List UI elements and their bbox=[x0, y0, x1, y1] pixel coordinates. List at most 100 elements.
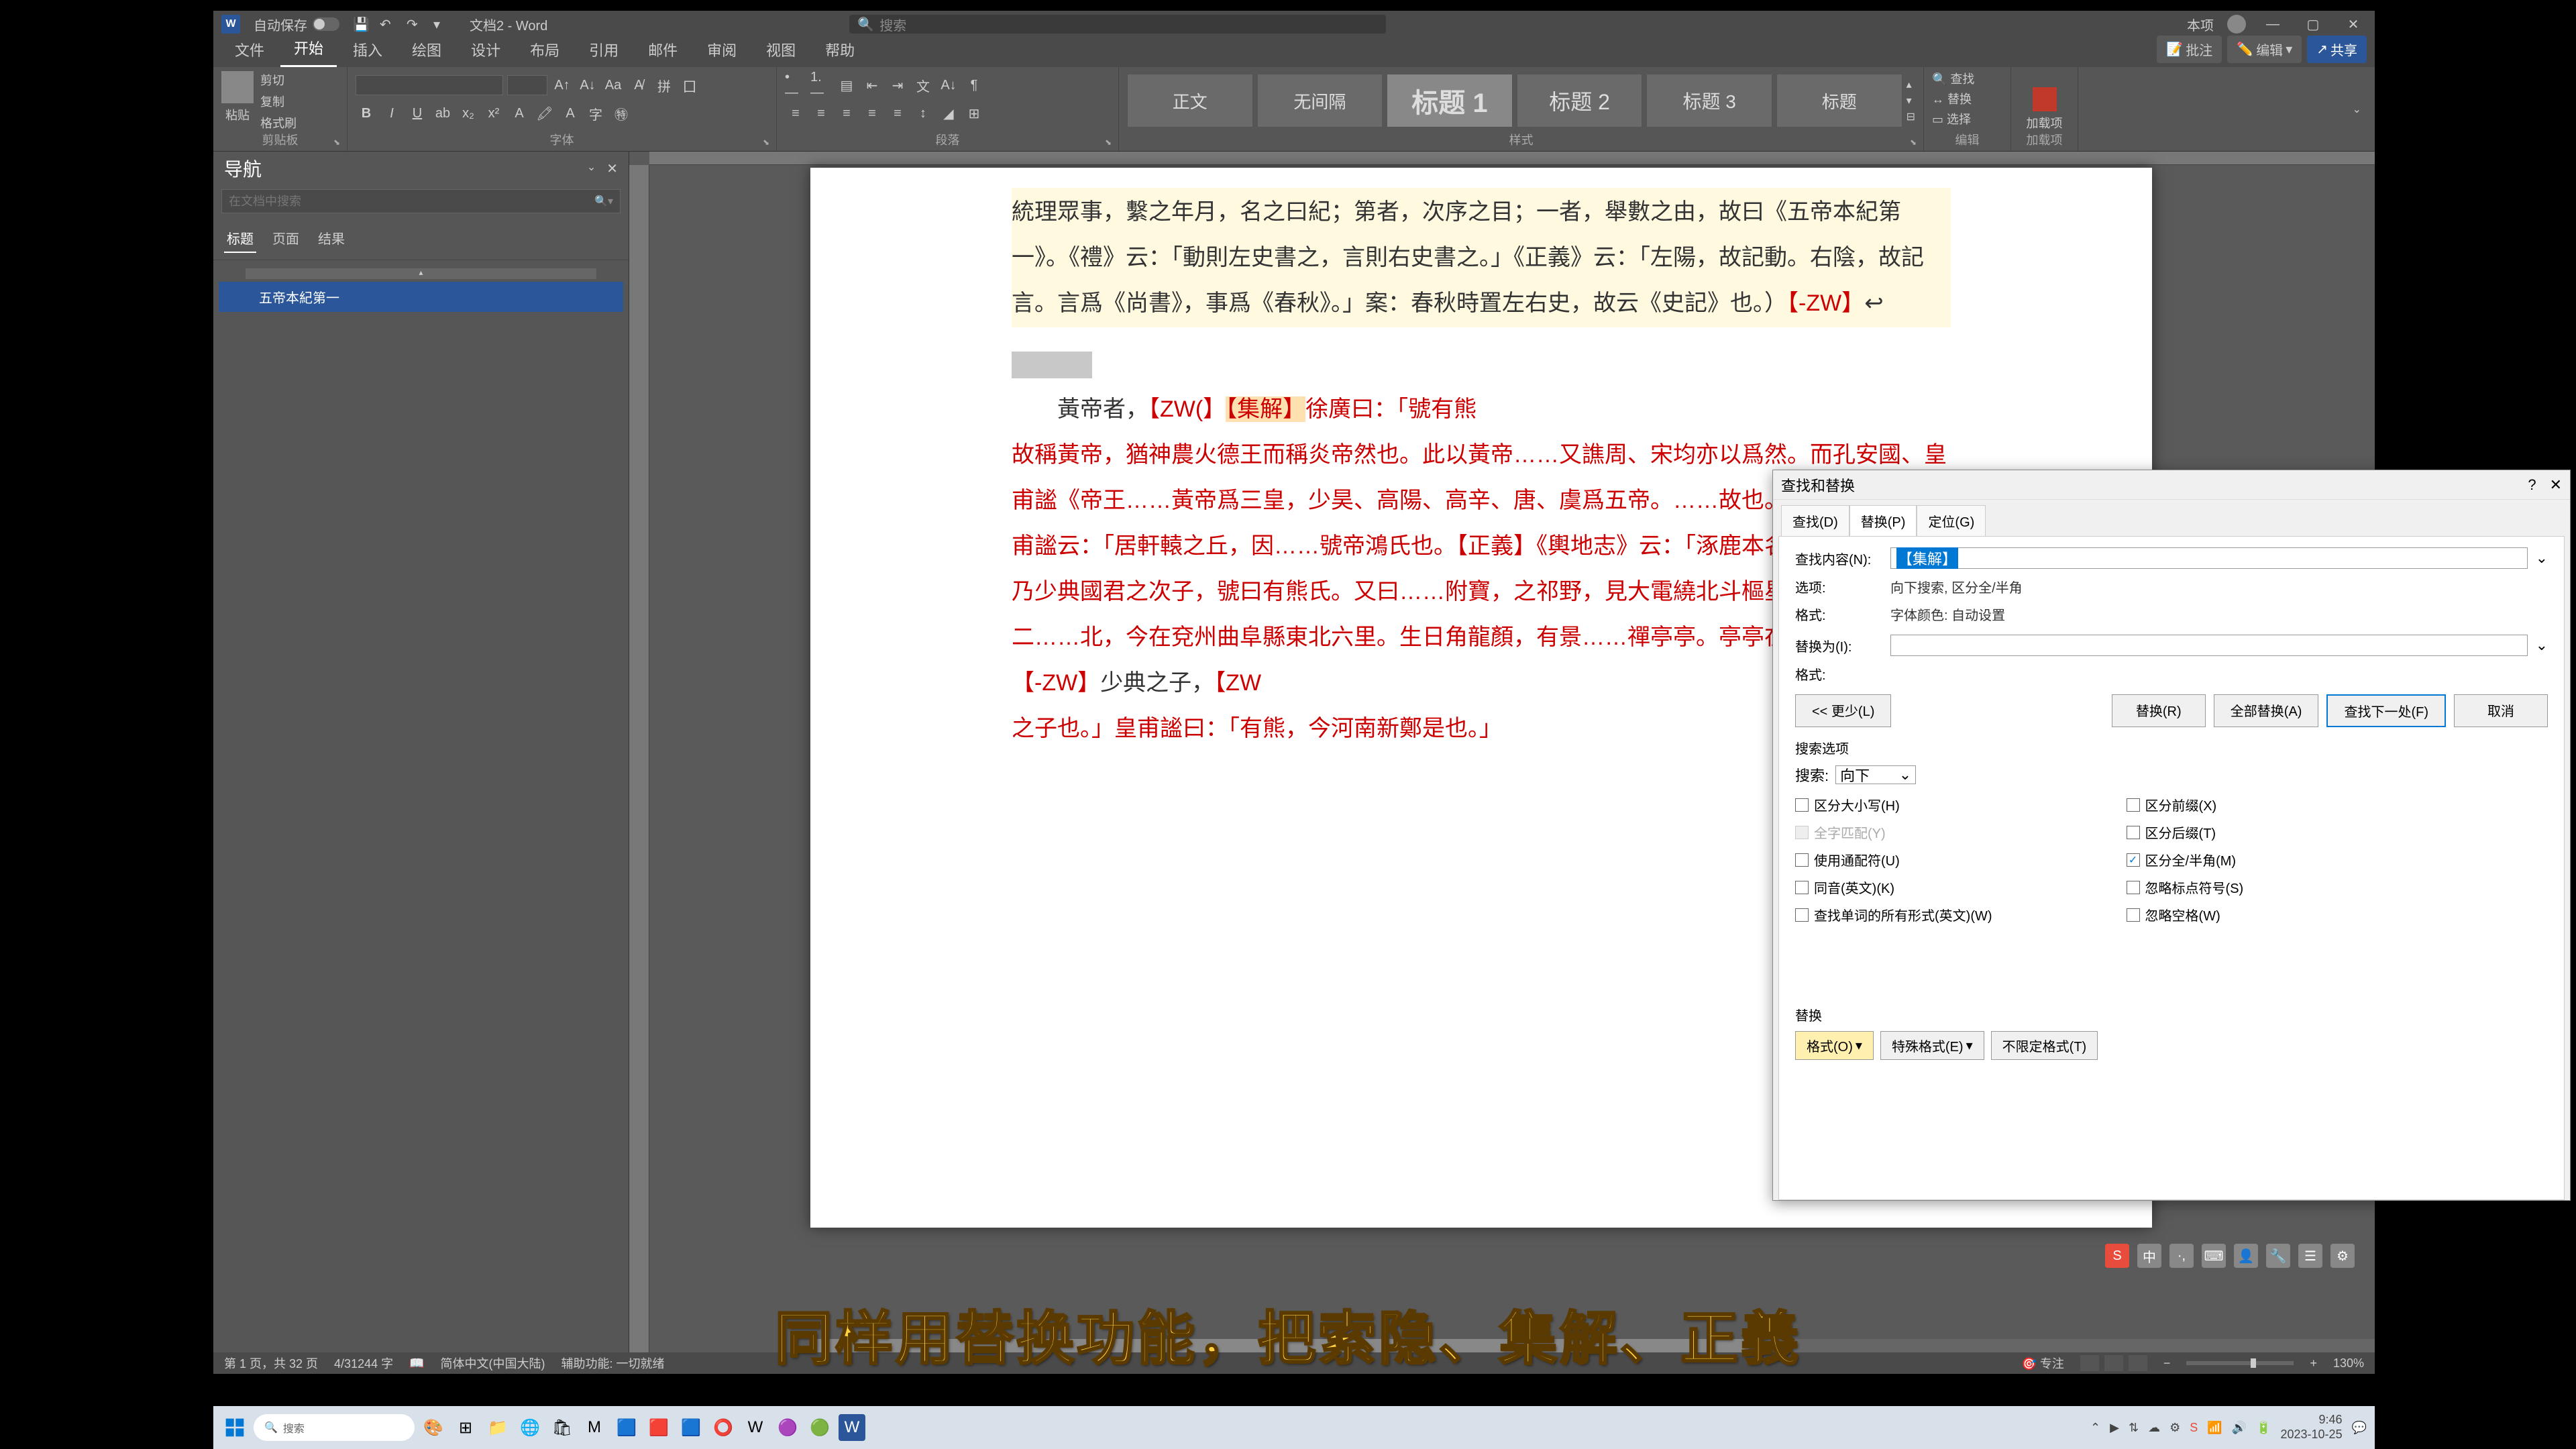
cancel-button[interactable]: 取消 bbox=[2454, 694, 2548, 727]
paste-button[interactable]: 粘贴 bbox=[221, 71, 254, 131]
distributed-icon[interactable]: ≡ bbox=[887, 103, 908, 124]
paragraph-launcher[interactable]: ⬊ bbox=[1105, 138, 1114, 147]
no-format-button[interactable]: 不限定格式(T) bbox=[1991, 1031, 2098, 1060]
tab-file[interactable]: 文件 bbox=[221, 32, 278, 67]
taskbar-app2-icon[interactable]: 🟥 bbox=[645, 1414, 672, 1441]
align-right-icon[interactable]: ≡ bbox=[836, 103, 857, 124]
ime-menu-icon[interactable]: ☰ bbox=[2298, 1244, 2322, 1268]
font-name-input[interactable] bbox=[356, 75, 503, 95]
checkbox-right-1[interactable]: 区分后缀(T) bbox=[2127, 822, 2244, 842]
font-size-input[interactable] bbox=[507, 75, 547, 95]
taskbar-store-icon[interactable]: 🛍 bbox=[549, 1414, 576, 1441]
char-shading-icon[interactable]: 字 bbox=[585, 103, 606, 124]
clear-format-icon[interactable]: A̸ bbox=[628, 74, 649, 96]
page-indicator[interactable]: 第 1 页，共 32 页 bbox=[224, 1354, 318, 1372]
sort-icon[interactable]: A↓ bbox=[938, 74, 959, 96]
phonetic-icon[interactable]: 拼 bbox=[653, 74, 675, 96]
taskbar-edge-icon[interactable]: 🌐 bbox=[517, 1414, 543, 1441]
tab-mailings[interactable]: 邮件 bbox=[635, 32, 691, 67]
grow-font-icon[interactable]: A↑ bbox=[551, 74, 573, 96]
close-button[interactable]: ✕ bbox=[2340, 14, 2367, 34]
sogou-ime-icon[interactable]: S bbox=[2105, 1244, 2129, 1268]
italic-button[interactable]: I bbox=[381, 103, 402, 124]
start-button[interactable] bbox=[221, 1414, 248, 1441]
checkbox-right-4[interactable]: 忽略空格(W) bbox=[2127, 905, 2244, 924]
ime-settings-icon[interactable]: ⚙ bbox=[2330, 1244, 2355, 1268]
nav-tab-pages[interactable]: 页面 bbox=[270, 224, 302, 253]
superscript-button[interactable]: x² bbox=[483, 103, 504, 124]
format-button[interactable]: 格式(O) ▾ bbox=[1795, 1031, 1874, 1060]
notification-icon[interactable]: 💬 bbox=[2352, 1421, 2367, 1435]
align-center-icon[interactable]: ≡ bbox=[810, 103, 832, 124]
nav-heading-item[interactable]: 五帝本紀第一 bbox=[219, 282, 623, 312]
vertical-ruler[interactable] bbox=[629, 165, 649, 1352]
dialog-tab-goto[interactable]: 定位(G) bbox=[1917, 505, 1986, 536]
select-button[interactable]: ▭ 选择 bbox=[1932, 110, 2002, 127]
qat-more-icon[interactable]: ▾ bbox=[433, 16, 449, 32]
tab-view[interactable]: 视图 bbox=[753, 32, 809, 67]
subscript-button[interactable]: x₂ bbox=[458, 103, 479, 124]
zoom-level[interactable]: 130% bbox=[2333, 1356, 2364, 1371]
dialog-close-button[interactable]: ✕ bbox=[2550, 476, 2562, 494]
share-button[interactable]: ↗共享 bbox=[2307, 36, 2367, 63]
ime-mode-icon[interactable]: 中 bbox=[2137, 1244, 2161, 1268]
shading-icon[interactable]: ◢ bbox=[938, 103, 959, 124]
word-count[interactable]: 4/31244 字 bbox=[334, 1354, 393, 1372]
taskbar-mail-icon[interactable]: M bbox=[581, 1414, 608, 1441]
ime-keyboard-icon[interactable]: ⌨ bbox=[2202, 1244, 2226, 1268]
checkbox-left-0[interactable]: 区分大小写(H) bbox=[1795, 795, 1992, 814]
align-left-icon[interactable]: ≡ bbox=[785, 103, 806, 124]
special-format-button[interactable]: 特殊格式(E) ▾ bbox=[1880, 1031, 1984, 1060]
taskbar-wps-icon[interactable]: W bbox=[742, 1414, 769, 1441]
search-icon[interactable]: 🔍▾ bbox=[594, 195, 613, 208]
ime-punct-icon[interactable]: ·, bbox=[2169, 1244, 2194, 1268]
tab-references[interactable]: 引用 bbox=[576, 32, 632, 67]
dialog-tab-replace[interactable]: 替换(P) bbox=[1849, 505, 1917, 536]
nav-tab-results[interactable]: 结果 bbox=[315, 224, 347, 253]
save-icon[interactable]: 💾 bbox=[353, 16, 369, 32]
print-layout-icon[interactable] bbox=[2104, 1355, 2123, 1371]
horizontal-ruler[interactable] bbox=[649, 152, 2375, 165]
accessibility-indicator[interactable]: 辅助功能: 一切就绪 bbox=[561, 1354, 665, 1372]
bold-button[interactable]: B bbox=[356, 103, 377, 124]
toggle-switch[interactable] bbox=[313, 17, 339, 31]
zoom-in-button[interactable]: + bbox=[2310, 1356, 2317, 1371]
style-title[interactable]: 标题 bbox=[1776, 74, 1902, 127]
replace-one-button[interactable]: 替换(R) bbox=[2112, 694, 2206, 727]
checkbox-left-3[interactable]: 同音(英文)(K) bbox=[1795, 877, 1992, 897]
styles-launcher[interactable]: ⬊ bbox=[1910, 138, 1919, 147]
style-normal[interactable]: 正文 bbox=[1127, 74, 1253, 127]
nav-search-field[interactable] bbox=[229, 195, 594, 209]
find-next-button[interactable]: 查找下一处(F) bbox=[2326, 694, 2446, 727]
taskbar-word-icon[interactable]: W bbox=[839, 1414, 865, 1441]
dialog-help-button[interactable]: ? bbox=[2528, 476, 2536, 494]
edit-mode-button[interactable]: ✏️编辑▾ bbox=[2227, 36, 2302, 63]
web-layout-icon[interactable] bbox=[2129, 1355, 2147, 1371]
highlight-icon[interactable]: 🖍 bbox=[534, 103, 555, 124]
show-marks-icon[interactable]: ¶ bbox=[963, 74, 985, 96]
underline-button[interactable]: U bbox=[407, 103, 428, 124]
tray-settings-icon[interactable]: ⚙ bbox=[2169, 1421, 2180, 1435]
tray-volume-icon[interactable]: 🔊 bbox=[2232, 1421, 2247, 1435]
shrink-font-icon[interactable]: A↓ bbox=[577, 74, 598, 96]
ribbon-collapse[interactable]: ⌄ bbox=[2078, 67, 2375, 151]
taskbar-clock[interactable]: 9:46 2023-10-25 bbox=[2281, 1413, 2343, 1442]
font-color-icon[interactable]: A bbox=[559, 103, 581, 124]
tab-insert[interactable]: 插入 bbox=[339, 32, 396, 67]
replace-dropdown-icon[interactable]: ⌄ bbox=[2536, 637, 2548, 654]
tray-expand-icon[interactable]: ⌃ bbox=[2090, 1421, 2100, 1435]
find-button[interactable]: 🔍 查找 bbox=[1932, 70, 2002, 87]
find-dropdown-icon[interactable]: ⌄ bbox=[2536, 549, 2548, 567]
find-input[interactable]: 【集解】 bbox=[1890, 547, 2528, 569]
tab-layout[interactable]: 布局 bbox=[517, 32, 573, 67]
nav-search-input[interactable]: 🔍▾ bbox=[221, 189, 621, 213]
replace-button[interactable]: ↔ 替换 bbox=[1932, 90, 2002, 107]
taskbar-app4-icon[interactable]: 🟣 bbox=[774, 1414, 801, 1441]
checkbox-right-2[interactable]: 区分全/半角(M) bbox=[2127, 850, 2244, 869]
checkbox-right-3[interactable]: 忽略标点符号(S) bbox=[2127, 877, 2244, 897]
enclose-char-icon[interactable]: ㊕ bbox=[610, 103, 632, 124]
minimize-button[interactable]: — bbox=[2259, 14, 2286, 34]
tray-app-icon[interactable]: ▶ bbox=[2110, 1421, 2119, 1435]
checkbox-left-4[interactable]: 查找单词的所有形式(英文)(W) bbox=[1795, 905, 1992, 924]
undo-icon[interactable]: ↶ bbox=[380, 16, 396, 32]
